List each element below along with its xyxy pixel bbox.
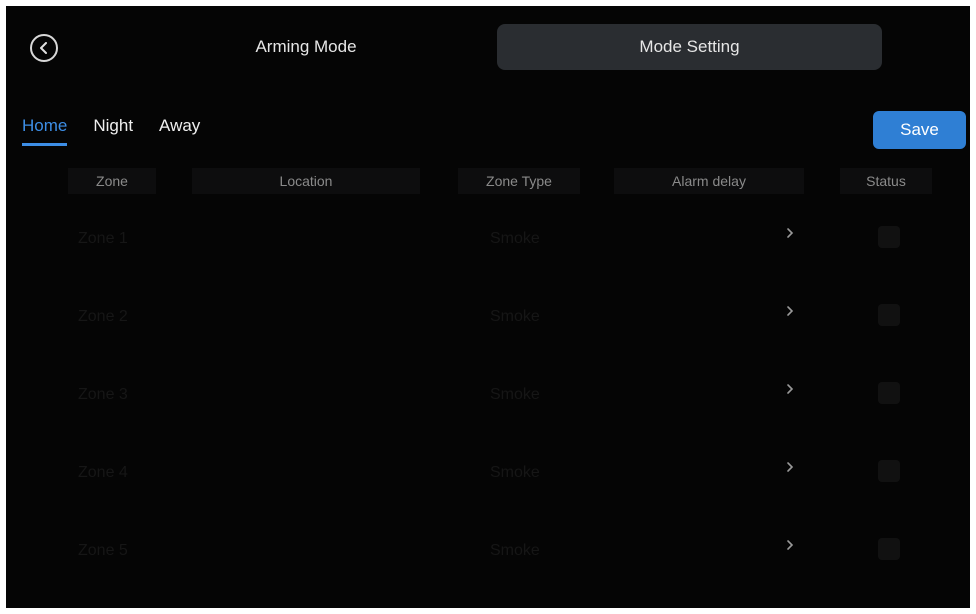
table-row[interactable]: Zone 4 Smoke bbox=[6, 460, 970, 542]
column-header-status: Status bbox=[840, 168, 932, 194]
zone-type-value[interactable]: Smoke bbox=[490, 386, 540, 404]
status-toggle[interactable] bbox=[878, 538, 900, 560]
zone-name: Zone 5 bbox=[78, 542, 128, 559]
column-header-zone: Zone bbox=[68, 168, 156, 194]
zone-type-value[interactable]: Smoke bbox=[490, 542, 540, 560]
table-row[interactable]: Zone 3 Smoke bbox=[6, 382, 970, 464]
zone-name: Zone 2 bbox=[78, 308, 128, 325]
mode-tab-away[interactable]: Away bbox=[159, 116, 200, 146]
zone-name: Zone 4 bbox=[78, 464, 128, 481]
status-toggle[interactable] bbox=[878, 460, 900, 482]
zone-name: Zone 1 bbox=[78, 230, 128, 247]
chevron-right-icon[interactable] bbox=[785, 304, 797, 318]
column-header-zone-type: Zone Type bbox=[458, 168, 580, 194]
table-row[interactable]: Zone 2 Smoke bbox=[6, 304, 970, 386]
back-arrow-icon bbox=[40, 42, 47, 54]
table-row[interactable]: Zone 1 Smoke bbox=[6, 226, 970, 308]
status-toggle[interactable] bbox=[878, 304, 900, 326]
chevron-right-icon[interactable] bbox=[785, 460, 797, 474]
column-header-alarm-delay: Alarm delay bbox=[614, 168, 804, 194]
tab-arming-mode[interactable]: Arming Mode bbox=[206, 24, 406, 70]
zone-type-value[interactable]: Smoke bbox=[490, 464, 540, 482]
status-toggle[interactable] bbox=[878, 382, 900, 404]
table-row[interactable]: Zone 5 Smoke bbox=[6, 538, 970, 608]
column-header-location: Location bbox=[192, 168, 420, 194]
chevron-right-icon[interactable] bbox=[785, 538, 797, 552]
mode-tabs: Home Night Away bbox=[22, 116, 200, 146]
zone-type-value[interactable]: Smoke bbox=[490, 230, 540, 248]
back-button[interactable] bbox=[30, 34, 58, 62]
chevron-right-icon[interactable] bbox=[785, 382, 797, 396]
chevron-right-icon[interactable] bbox=[785, 226, 797, 240]
status-toggle[interactable] bbox=[878, 226, 900, 248]
save-button[interactable]: Save bbox=[873, 111, 966, 149]
mode-tab-home[interactable]: Home bbox=[22, 116, 68, 146]
zone-type-value[interactable]: Smoke bbox=[490, 308, 540, 326]
tab-mode-setting[interactable]: Mode Setting bbox=[497, 24, 882, 70]
zone-name: Zone 3 bbox=[78, 386, 128, 403]
mode-tab-night[interactable]: Night bbox=[93, 116, 133, 146]
screen: Arming Mode Mode Setting Home Night Away… bbox=[6, 6, 970, 608]
